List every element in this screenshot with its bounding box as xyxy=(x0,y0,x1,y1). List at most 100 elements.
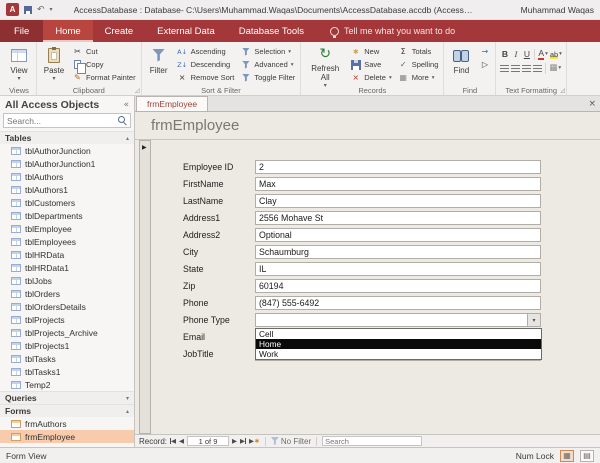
document-tab-frmemployee[interactable]: frmEmployee xyxy=(136,96,208,111)
document-close-icon[interactable]: × xyxy=(588,99,596,109)
copy-button[interactable]: Copy xyxy=(70,58,138,71)
nav-item-temp2[interactable]: Temp2 xyxy=(0,378,134,391)
field-input-address1[interactable]: 2556 Mohave St xyxy=(255,211,541,225)
nav-item-tblhrdata[interactable]: tblHRData xyxy=(0,248,134,261)
clipboard-dialog-launcher[interactable]: ◿ xyxy=(135,88,140,94)
tell-me-box[interactable]: Tell me what you want to do xyxy=(330,20,455,42)
next-record-button[interactable]: ▶ xyxy=(232,437,237,445)
align-center-button[interactable] xyxy=(521,62,532,75)
more-button[interactable]: ▦ More ▾ xyxy=(396,71,441,84)
nav-item-tblemployees[interactable]: tblEmployees xyxy=(0,235,134,248)
nav-group-queries[interactable]: Queries ▾ xyxy=(0,391,134,404)
tab-database-tools[interactable]: Database Tools xyxy=(227,20,316,42)
nav-item-tblauthors[interactable]: tblAuthors xyxy=(0,170,134,183)
highlight-button[interactable]: ab ▾ xyxy=(549,48,563,61)
form-view-button[interactable]: ▦ xyxy=(560,450,574,462)
save-record-button[interactable]: Save xyxy=(348,58,393,71)
nav-group-forms[interactable]: Forms ▴ xyxy=(0,404,134,417)
field-input-state[interactable]: IL xyxy=(255,262,541,276)
field-input-zip[interactable]: 60194 xyxy=(255,279,541,293)
new-blank-record-button[interactable]: ▶∗ xyxy=(249,437,260,445)
nav-item-tblauthorjunction1[interactable]: tblAuthorJunction1 xyxy=(0,157,134,170)
field-input-city[interactable]: Schaumburg xyxy=(255,245,541,259)
nav-item-tblcustomers[interactable]: tblCustomers xyxy=(0,196,134,209)
record-position[interactable]: 1 of 9 xyxy=(187,436,229,446)
gridlines-button[interactable]: ▦ ▾ xyxy=(548,62,562,75)
tab-file[interactable]: File xyxy=(0,20,43,42)
toggle-filter-button[interactable]: Toggle Filter xyxy=(238,71,297,84)
filter-status-button[interactable]: No Filter xyxy=(271,437,311,446)
totals-button[interactable]: Σ Totals xyxy=(396,45,441,58)
nav-item-tblordersdetails[interactable]: tblOrdersDetails xyxy=(0,300,134,313)
previous-record-button[interactable]: ◀ xyxy=(179,437,184,445)
first-record-button[interactable]: ◀ xyxy=(170,437,176,445)
nav-item-frmemployee[interactable]: frmEmployee xyxy=(0,430,134,443)
nav-item-tbldepartments[interactable]: tblDepartments xyxy=(0,209,134,222)
nav-item-tbltasks1[interactable]: tblTasks1 xyxy=(0,365,134,378)
last-record-button[interactable]: ▶ xyxy=(240,437,246,445)
spelling-button[interactable]: ✓ Spelling xyxy=(396,58,441,71)
nav-item-label: tblHRData xyxy=(25,250,64,260)
align-left-button[interactable] xyxy=(510,62,521,75)
view-button[interactable]: View ▾ xyxy=(5,44,33,86)
new-record-ribbon-button[interactable]: ∗ New xyxy=(348,45,393,58)
field-input-phone-type[interactable]: ▾ xyxy=(255,313,541,327)
paste-button[interactable]: Paste ▾ xyxy=(40,44,68,86)
layout-view-button[interactable]: ▤ xyxy=(580,450,594,462)
find-button[interactable]: Find xyxy=(447,44,475,86)
nav-item-tblprojects[interactable]: tblProjects xyxy=(0,313,134,326)
nav-search-input[interactable] xyxy=(7,116,118,126)
undo-icon[interactable]: ↶ xyxy=(37,5,45,15)
align-right-button[interactable] xyxy=(532,62,543,75)
new-record-icon: ∗ xyxy=(350,47,361,56)
delete-record-button[interactable]: × Delete ▾ xyxy=(348,71,393,84)
field-input-employee-id[interactable]: 2 xyxy=(255,160,541,174)
field-input-firstname[interactable]: Max xyxy=(255,177,541,191)
nav-item-tbljobs[interactable]: tblJobs xyxy=(0,274,134,287)
nav-item-tblprojects-archive[interactable]: tblProjects_Archive xyxy=(0,326,134,339)
ascending-button[interactable]: A↓ Ascending xyxy=(175,45,237,58)
nav-item-tblauthorjunction[interactable]: tblAuthorJunction xyxy=(0,144,134,157)
nav-item-tblemployee[interactable]: tblEmployee xyxy=(0,222,134,235)
nav-item-tbltasks[interactable]: tblTasks xyxy=(0,352,134,365)
bullets-button[interactable] xyxy=(499,62,510,75)
quick-save-icon[interactable] xyxy=(24,6,32,14)
nav-item-tblauthors1[interactable]: tblAuthors1 xyxy=(0,183,134,196)
font-color-button[interactable]: A ▾ xyxy=(537,48,548,61)
goto-button[interactable]: → xyxy=(477,45,492,58)
tab-external-data[interactable]: External Data xyxy=(145,20,227,42)
record-label: Record: xyxy=(139,437,167,446)
tab-create[interactable]: Create xyxy=(93,20,146,42)
shutter-bar-icon[interactable]: « xyxy=(123,100,129,110)
phone-type-combo-button[interactable]: ▾ xyxy=(527,314,540,326)
bold-button[interactable]: B xyxy=(499,48,510,61)
record-search-input[interactable] xyxy=(325,437,419,446)
dropdown-option-home[interactable]: Home xyxy=(256,339,541,349)
select-button[interactable]: ▷ xyxy=(477,58,492,71)
refresh-all-button[interactable]: ↻ Refresh All ▾ xyxy=(304,44,346,86)
form-detail-section: ▶ Employee ID2FirstNameMaxLastNameClayAd… xyxy=(135,140,600,434)
advanced-button[interactable]: Advanced ▾ xyxy=(238,58,297,71)
account-user-name[interactable]: Muhammad Waqas xyxy=(521,5,594,15)
cut-button[interactable]: ✂ Cut xyxy=(70,45,138,58)
dropdown-option-work[interactable]: Work xyxy=(256,349,541,359)
nav-item-tblorders[interactable]: tblOrders xyxy=(0,287,134,300)
selection-button[interactable]: Selection ▾ xyxy=(238,45,297,58)
underline-button[interactable]: U xyxy=(521,48,532,61)
nav-item-tblhrdata1[interactable]: tblHRData1 xyxy=(0,261,134,274)
field-input-lastname[interactable]: Clay xyxy=(255,194,541,208)
qat-caret-icon[interactable]: ▾ xyxy=(50,6,53,13)
descending-button[interactable]: Z↓ Descending xyxy=(175,58,237,71)
nav-item-tblprojects1[interactable]: tblProjects1 xyxy=(0,339,134,352)
nav-item-frmauthors[interactable]: frmAuthors xyxy=(0,417,134,430)
dropdown-option-cell[interactable]: Cell xyxy=(256,329,541,339)
tab-home[interactable]: Home xyxy=(43,20,92,42)
nav-group-tables[interactable]: Tables ▴ xyxy=(0,131,134,144)
remove-sort-button[interactable]: × Remove Sort xyxy=(175,71,237,84)
filter-button[interactable]: Filter xyxy=(145,44,173,86)
text-formatting-dialog-launcher[interactable]: ◿ xyxy=(560,88,565,94)
italic-button[interactable]: I xyxy=(510,48,521,61)
nav-item-label: tblProjects xyxy=(25,315,65,325)
field-input-phone[interactable]: (847) 555-6492 xyxy=(255,296,541,310)
field-input-address2[interactable]: Optional xyxy=(255,228,541,242)
